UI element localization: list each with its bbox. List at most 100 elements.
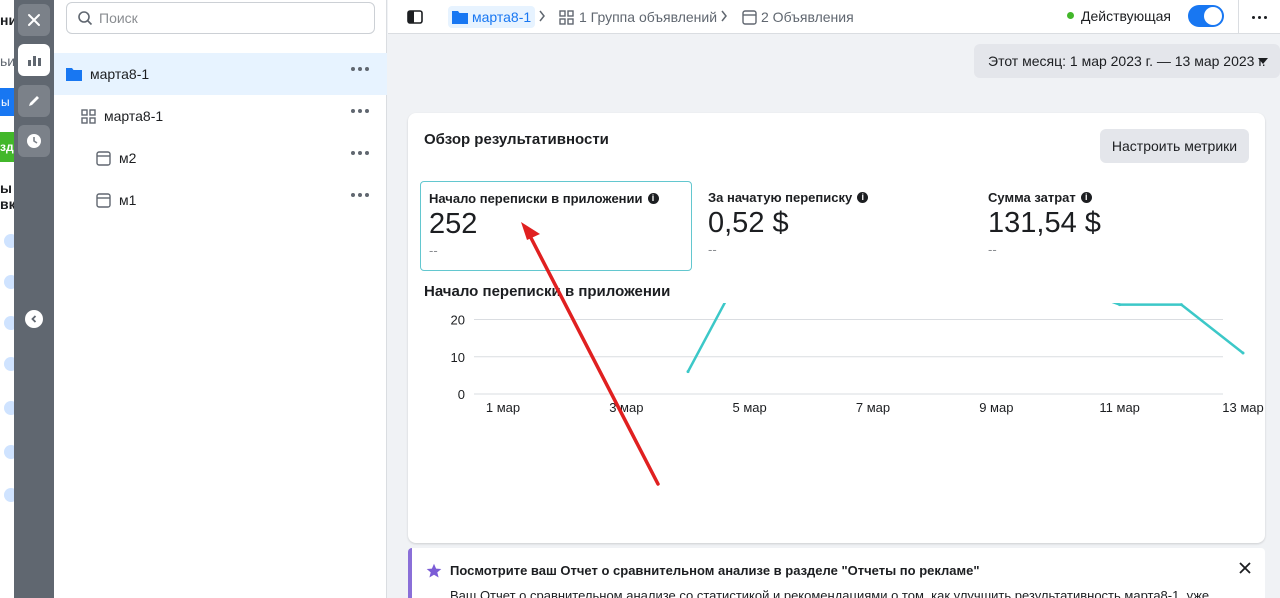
- chart-title: Начало переписки в приложении: [424, 283, 671, 300]
- sidebar-toggle-icon: [407, 10, 423, 24]
- chevron-right-icon: [721, 10, 727, 22]
- search-input[interactable]: Поиск: [99, 10, 138, 26]
- bg-text-fragment: ы: [0, 180, 12, 196]
- series-line: [686, 303, 1244, 373]
- breadcrumb-adsets[interactable]: 1 Группа объявлений: [559, 6, 717, 28]
- tree-item-label: марта8-1: [104, 108, 164, 124]
- tool-rail: [14, 0, 54, 598]
- metric-label: За начатую переписку: [708, 190, 853, 205]
- data-point[interactable]: [1118, 303, 1122, 307]
- y-tick-label: 20: [451, 313, 465, 328]
- performance-overview-card: Обзор результативности Настроить метрики…: [408, 113, 1265, 543]
- tree-item-label: м1: [119, 192, 137, 208]
- info-icon[interactable]: i: [647, 193, 659, 204]
- close-panel-button[interactable]: [18, 4, 50, 36]
- status-label: Действующая: [1081, 8, 1172, 24]
- x-tick-label: 7 мар: [856, 400, 890, 415]
- bg-blue-button: ы: [0, 88, 14, 116]
- status-indicator: [1067, 12, 1074, 19]
- benchmark-report-notice: Посмотрите ваш Отчет о сравнительном ана…: [408, 548, 1265, 598]
- clock-icon: [27, 134, 41, 148]
- breadcrumb-label: 1 Группа объявлений: [579, 9, 718, 25]
- metric-value: 131,54 $: [988, 207, 1101, 239]
- collapse-panel-button[interactable]: [25, 310, 43, 328]
- metric-comparison: --: [988, 242, 997, 257]
- x-tick-label: 1 мар: [486, 400, 520, 415]
- ad-icon: [742, 9, 757, 25]
- bg-dot: [4, 234, 14, 248]
- tree-item-label: марта8-1: [90, 66, 150, 82]
- tree-item-ad[interactable]: м2: [54, 137, 387, 179]
- more-options-icon[interactable]: [351, 67, 369, 71]
- metric-label: Начало переписки в приложении: [429, 191, 643, 206]
- more-options-icon[interactable]: [351, 193, 369, 197]
- y-tick-label: 0: [458, 387, 465, 402]
- bar-chart-icon: [28, 56, 41, 66]
- date-range-label: Этот месяц: 1 мар 2023 г. — 13 мар 2023 …: [988, 53, 1266, 69]
- grid-icon: [81, 108, 96, 124]
- info-icon[interactable]: i: [1080, 192, 1092, 203]
- breadcrumb-ads[interactable]: 2 Объявления: [742, 6, 854, 28]
- close-icon[interactable]: [1239, 562, 1251, 574]
- bg-dot: [4, 357, 14, 371]
- customize-metrics-button[interactable]: Настроить метрики: [1100, 129, 1249, 163]
- more-options-button[interactable]: [1238, 0, 1280, 34]
- folder-icon: [66, 68, 82, 81]
- campaign-tree-panel: Поиск марта8-1 марта8-1 м2 м1: [54, 0, 387, 598]
- metric-tile[interactable]: Начало переписки в приложении i 252 --: [420, 181, 692, 271]
- x-tick-label: 11 мар: [1099, 400, 1140, 415]
- background-app-strip: ни ьи ы зд ы вкл: [0, 0, 14, 598]
- performance-tab-button[interactable]: [18, 44, 50, 76]
- data-point[interactable]: [1241, 351, 1245, 355]
- chevron-left-icon: [31, 315, 37, 323]
- y-tick-label: 10: [451, 350, 465, 365]
- breadcrumb-label: марта8-1: [472, 9, 532, 25]
- close-icon: [28, 14, 40, 26]
- toggle-sidebar-button[interactable]: [404, 7, 426, 27]
- line-chart: 0102030401 мар3 мар5 мар7 мар9 мар11 мар…: [451, 303, 1264, 415]
- metric-label: Сумма затрат: [988, 190, 1076, 205]
- metric-tile[interactable]: За начатую переписку i 0,52 $ --: [700, 181, 972, 271]
- campaign-toggle[interactable]: [1188, 5, 1224, 27]
- bg-dot: [4, 445, 14, 459]
- info-icon[interactable]: i: [857, 192, 869, 203]
- date-range-selector[interactable]: Этот месяц: 1 мар 2023 г. — 13 мар 2023 …: [974, 44, 1280, 78]
- bg-text-fragment: ни: [0, 12, 14, 28]
- tree-item-ad[interactable]: м1: [54, 179, 387, 221]
- folder-icon: [452, 11, 468, 24]
- chevron-right-icon: [539, 10, 545, 22]
- bg-text-fragment: вкл: [0, 196, 14, 212]
- x-tick-label: 9 мар: [979, 400, 1013, 415]
- data-point[interactable]: [686, 370, 690, 374]
- x-tick-label: 3 мар: [609, 400, 643, 415]
- metric-value: 0,52 $: [708, 207, 789, 239]
- x-tick-label: 13 мар: [1222, 400, 1263, 415]
- metric-comparison: --: [708, 242, 717, 257]
- bg-text-fragment: ьи: [0, 53, 14, 69]
- tree-item-adset[interactable]: марта8-1: [54, 95, 387, 137]
- card-title: Обзор результативности: [424, 131, 609, 148]
- more-options-icon[interactable]: [351, 109, 369, 113]
- pencil-icon: [29, 96, 39, 106]
- caret-down-icon: [1258, 58, 1268, 64]
- ad-icon: [96, 150, 111, 166]
- search-box[interactable]: Поиск: [66, 2, 375, 34]
- more-options-icon[interactable]: [351, 151, 369, 155]
- edit-tab-button[interactable]: [18, 85, 50, 117]
- breadcrumb-campaign[interactable]: марта8-1: [448, 6, 536, 28]
- x-tick-label: 5 мар: [733, 400, 767, 415]
- bg-dot: [4, 275, 14, 289]
- tree-item-campaign[interactable]: марта8-1: [54, 53, 387, 95]
- metric-tile[interactable]: Сумма затрат i 131,54 $ --: [980, 181, 1252, 271]
- metric-comparison: --: [429, 243, 438, 258]
- history-tab-button[interactable]: [18, 125, 50, 157]
- grid-icon: [559, 9, 574, 25]
- bg-dot: [4, 488, 14, 502]
- star-icon: [426, 563, 442, 578]
- search-icon: [78, 11, 93, 26]
- data-point[interactable]: [1179, 303, 1183, 307]
- metric-value: 252: [429, 208, 478, 240]
- tree-item-label: м2: [119, 150, 137, 166]
- notice-body: Ваш Отчет о сравнительном анализе со ста…: [450, 588, 1210, 598]
- ad-icon: [96, 192, 111, 208]
